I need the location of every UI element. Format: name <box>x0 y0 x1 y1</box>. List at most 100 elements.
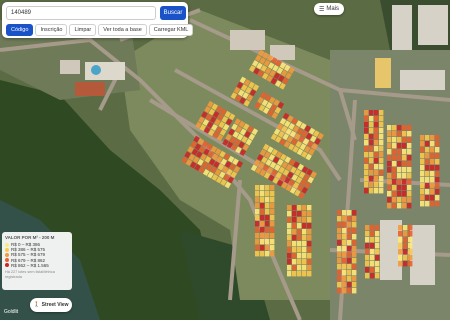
parcel-lot[interactable] <box>392 185 397 191</box>
parcel-lot[interactable] <box>402 185 407 191</box>
parcel-lot[interactable] <box>352 288 357 294</box>
parcel-lot[interactable] <box>342 246 347 252</box>
parcel-lot[interactable] <box>337 252 342 258</box>
parcel-lot[interactable] <box>307 247 312 253</box>
parcel-lot[interactable] <box>407 143 412 149</box>
parcel-lot[interactable] <box>425 153 430 159</box>
parcel-lot[interactable] <box>379 146 384 152</box>
map-view[interactable]: 140489 Buscar Código Inscrição Limpar Ve… <box>0 0 450 320</box>
parcel-lot[interactable] <box>347 282 352 288</box>
tab-inscricao[interactable]: Inscrição <box>35 24 68 36</box>
parcel-lot[interactable] <box>270 227 275 233</box>
parcel-lot[interactable] <box>374 134 379 140</box>
parcel-lot[interactable] <box>379 140 384 146</box>
parcel-lot[interactable] <box>430 189 435 195</box>
parcel-lot[interactable] <box>260 251 265 257</box>
parcel-lot[interactable] <box>397 185 402 191</box>
parcel-lot[interactable] <box>374 146 379 152</box>
parcel-lot[interactable] <box>302 223 307 229</box>
parcel-lot[interactable] <box>420 201 425 207</box>
parcel-lot[interactable] <box>392 173 397 179</box>
parcel-lot[interactable] <box>287 223 292 229</box>
parcel-lot[interactable] <box>260 209 265 215</box>
parcel-lot[interactable] <box>302 229 307 235</box>
parcel-lot[interactable] <box>364 134 369 140</box>
parcel-lot[interactable] <box>369 110 374 116</box>
parcel-lot[interactable] <box>337 228 342 234</box>
parcel-lot[interactable] <box>292 229 297 235</box>
parcel-lot[interactable] <box>397 131 402 137</box>
parcel-lot[interactable] <box>260 203 265 209</box>
parcel-lot[interactable] <box>364 182 369 188</box>
parcel-lot[interactable] <box>260 215 265 221</box>
parcel-lot[interactable] <box>265 245 270 251</box>
parcel-lot[interactable] <box>392 143 397 149</box>
parcel-lot[interactable] <box>292 223 297 229</box>
parcel-lot[interactable] <box>364 122 369 128</box>
parcel-lot[interactable] <box>407 155 412 161</box>
parcel-lot[interactable] <box>425 165 430 171</box>
parcel-lot[interactable] <box>369 152 374 158</box>
parcel-lot[interactable] <box>347 252 352 258</box>
parcel-lot[interactable] <box>387 125 392 131</box>
parcel-block[interactable] <box>365 225 380 279</box>
parcel-lot[interactable] <box>347 276 352 282</box>
parcel-lot[interactable] <box>425 135 430 141</box>
parcel-lot[interactable] <box>270 245 275 251</box>
parcel-lot[interactable] <box>292 265 297 271</box>
parcel-lot[interactable] <box>369 140 374 146</box>
parcel-lot[interactable] <box>375 267 380 273</box>
parcel-lot[interactable] <box>375 249 380 255</box>
parcel-lot[interactable] <box>260 221 265 227</box>
parcel-lot[interactable] <box>425 159 430 165</box>
parcel-lot[interactable] <box>370 237 375 243</box>
parcel-lot[interactable] <box>260 191 265 197</box>
parcel-lot[interactable] <box>398 249 403 255</box>
parcel-lot[interactable] <box>307 205 312 211</box>
parcel-lot[interactable] <box>342 258 347 264</box>
parcel-lot[interactable] <box>392 131 397 137</box>
parcel-lot[interactable] <box>403 231 408 237</box>
parcel-lot[interactable] <box>337 288 342 294</box>
parcel-lot[interactable] <box>408 261 413 267</box>
parcel-lot[interactable] <box>287 253 292 259</box>
parcel-lot[interactable] <box>387 167 392 173</box>
parcel-lot[interactable] <box>379 164 384 170</box>
parcel-lot[interactable] <box>337 246 342 252</box>
parcel-lot[interactable] <box>392 155 397 161</box>
parcel-lot[interactable] <box>408 231 413 237</box>
parcel-lot[interactable] <box>369 116 374 122</box>
parcel-lot[interactable] <box>402 173 407 179</box>
parcel-lot[interactable] <box>297 217 302 223</box>
parcel-lot[interactable] <box>365 249 370 255</box>
parcel-lot[interactable] <box>287 259 292 265</box>
parcel-lot[interactable] <box>270 209 275 215</box>
parcel-lot[interactable] <box>420 195 425 201</box>
parcel-lot[interactable] <box>425 141 430 147</box>
parcel-lot[interactable] <box>337 210 342 216</box>
parcel-lot[interactable] <box>397 155 402 161</box>
parcel-lot[interactable] <box>407 137 412 143</box>
parcel-lot[interactable] <box>435 201 440 207</box>
parcel-lot[interactable] <box>402 125 407 131</box>
parcel-lot[interactable] <box>270 203 275 209</box>
parcel-lot[interactable] <box>392 167 397 173</box>
parcel-lot[interactable] <box>365 237 370 243</box>
parcel-lot[interactable] <box>255 239 260 245</box>
parcel-lot[interactable] <box>402 143 407 149</box>
parcel-lot[interactable] <box>379 158 384 164</box>
parcel-lot[interactable] <box>364 170 369 176</box>
parcel-lot[interactable] <box>292 253 297 259</box>
parcel-lot[interactable] <box>397 161 402 167</box>
parcel-lot[interactable] <box>369 158 374 164</box>
parcel-lot[interactable] <box>407 125 412 131</box>
parcel-lot[interactable] <box>337 282 342 288</box>
parcel-lot[interactable] <box>337 258 342 264</box>
parcel-lot[interactable] <box>403 255 408 261</box>
parcel-lot[interactable] <box>369 170 374 176</box>
parcel-lot[interactable] <box>292 235 297 241</box>
parcel-lot[interactable] <box>270 251 275 257</box>
parcel-lot[interactable] <box>387 191 392 197</box>
parcel-lot[interactable] <box>255 227 260 233</box>
parcel-lot[interactable] <box>407 173 412 179</box>
